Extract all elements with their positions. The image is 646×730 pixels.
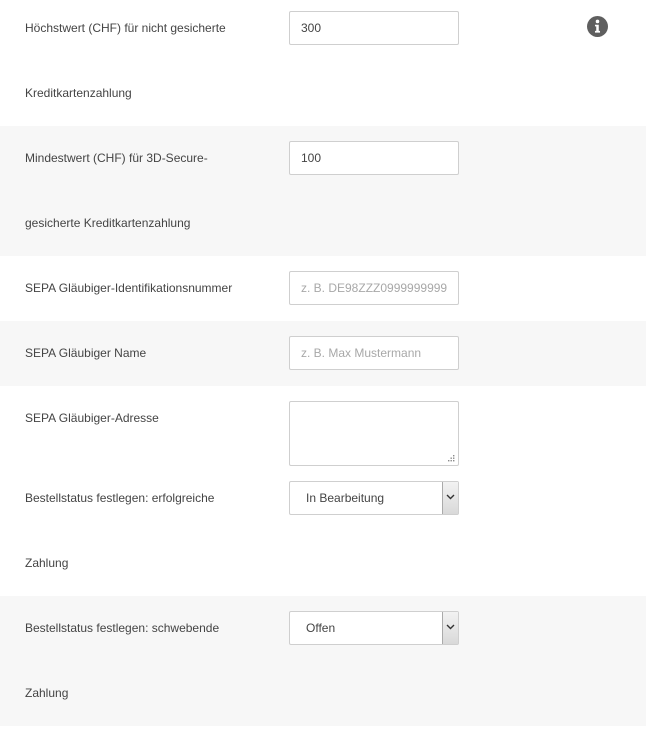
sepa-creditor-id-label: SEPA Gläubiger-Identifikationsnummer — [25, 256, 275, 321]
row-min-3ds: Mindestwert (CHF) für 3D-Secure- gesiche… — [0, 126, 646, 256]
resize-grip-icon[interactable] — [446, 454, 456, 464]
info-icon[interactable] — [587, 16, 608, 37]
chevron-down-icon — [446, 624, 455, 630]
max-unsecured-label: Höchstwert (CHF) für nicht gesicherte Kr… — [25, 0, 275, 126]
status-success-label-line1: Bestellstatus festlegen: erfolgreiche — [25, 491, 215, 505]
status-pending-select[interactable]: Offen — [289, 611, 459, 645]
min-3ds-label-line1: Mindestwert (CHF) für 3D-Secure- — [25, 151, 208, 165]
sepa-creditor-address-label-text: SEPA Gläubiger-Adresse — [25, 411, 159, 425]
status-success-label: Bestellstatus festlegen: erfolgreiche Za… — [25, 466, 275, 596]
row-sepa-creditor-address: SEPA Gläubiger-Adresse — [0, 386, 646, 466]
row-status-success: Bestellstatus festlegen: erfolgreiche Za… — [0, 466, 646, 596]
row-sepa-creditor-id: SEPA Gläubiger-Identifikationsnummer — [0, 256, 646, 321]
sepa-creditor-address-label: SEPA Gläubiger-Adresse — [25, 386, 275, 451]
status-pending-label-line1: Bestellstatus festlegen: schwebende — [25, 621, 220, 635]
min-3ds-label: Mindestwert (CHF) für 3D-Secure- gesiche… — [25, 126, 275, 256]
status-success-label-line2: Zahlung — [25, 556, 69, 570]
sepa-creditor-address-textarea[interactable] — [289, 401, 459, 466]
max-unsecured-label-line2: Kreditkartenzahlung — [25, 86, 132, 100]
min-3ds-input[interactable] — [289, 141, 459, 175]
sepa-creditor-name-label-text: SEPA Gläubiger Name — [25, 346, 147, 360]
status-pending-dropdown-button[interactable] — [442, 612, 458, 644]
sepa-creditor-name-label: SEPA Gläubiger Name — [25, 321, 275, 386]
status-success-dropdown-button[interactable] — [442, 482, 458, 514]
payment-settings-form: Höchstwert (CHF) für nicht gesicherte Kr… — [0, 0, 646, 730]
min-3ds-label-line2: gesicherte Kreditkartenzahlung — [25, 216, 191, 230]
row-max-unsecured: Höchstwert (CHF) für nicht gesicherte Kr… — [0, 0, 646, 126]
row-sepa-creditor-name: SEPA Gläubiger Name — [0, 321, 646, 386]
status-pending-label-line2: Zahlung — [25, 686, 69, 700]
row-status-pending: Bestellstatus festlegen: schwebende Zahl… — [0, 596, 646, 726]
sepa-creditor-name-input[interactable] — [289, 336, 459, 370]
status-success-select[interactable]: In Bearbeitung — [289, 481, 459, 515]
status-pending-selected-value: Offen — [306, 621, 336, 635]
status-pending-label: Bestellstatus festlegen: schwebende Zahl… — [25, 596, 275, 726]
max-unsecured-input[interactable] — [289, 11, 459, 45]
sepa-creditor-id-label-text: SEPA Gläubiger-Identifikationsnummer — [25, 281, 233, 295]
status-success-selected-value: In Bearbeitung — [306, 491, 385, 505]
sepa-creditor-id-input[interactable] — [289, 271, 459, 305]
chevron-down-icon — [446, 494, 455, 500]
max-unsecured-label-line1: Höchstwert (CHF) für nicht gesicherte — [25, 21, 226, 35]
